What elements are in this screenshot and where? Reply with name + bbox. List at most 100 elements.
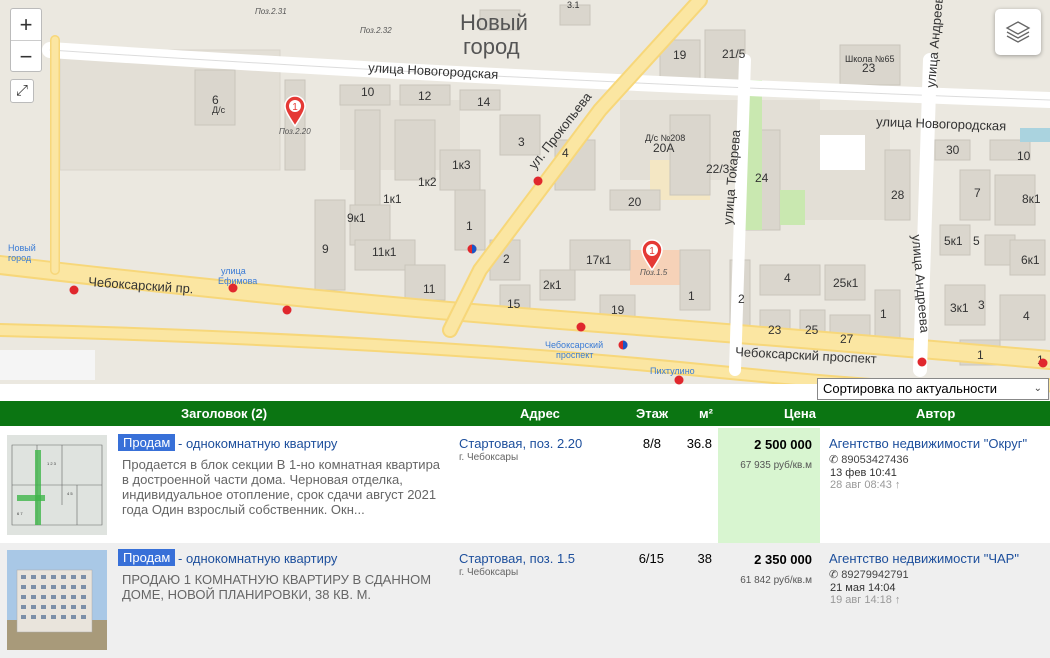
listing-title-link[interactable]: - однокомнатную квартиру	[178, 436, 337, 451]
map[interactable]: Новый город улица Новогородская улица Но…	[0, 0, 1050, 400]
agent-link[interactable]: Агентство недвижимости "Округ"	[829, 436, 1027, 451]
deal-type-badge[interactable]: Продам	[118, 434, 176, 451]
house-number: 6	[212, 93, 219, 107]
area: 36.8	[686, 436, 712, 451]
listing-title-link[interactable]: - однокомнатную квартиру	[178, 551, 337, 566]
house-number: 11	[423, 282, 436, 296]
house-number: 2	[738, 292, 745, 306]
date-updated: 21 мая 14:04	[830, 582, 896, 594]
stop-label: Ефимова	[218, 276, 257, 286]
deal-type-badge[interactable]: Продам	[118, 549, 176, 566]
house-number: 3.1	[567, 0, 580, 10]
table-row[interactable]: 2 500 000 67 935 руб/кв.м 1 2 3 4 5 6 7 Пр…	[0, 428, 1050, 543]
zoom-control: + −	[10, 8, 42, 72]
svg-text:1: 1	[292, 102, 298, 113]
house-number: 1к2	[418, 175, 437, 189]
house-number: 4	[1023, 309, 1030, 323]
house-number: 1к1	[383, 192, 402, 206]
house-number: 7	[974, 186, 981, 200]
house-number: 1к3	[452, 158, 471, 172]
date-created: 28 авг 08:43 ↑	[830, 479, 901, 491]
house-number: 5к1	[944, 234, 963, 248]
house-number: 22/3	[706, 162, 730, 176]
house-number: 1	[688, 289, 695, 303]
house-number: 28	[891, 188, 905, 202]
house-number: 30	[946, 143, 960, 157]
header-area[interactable]: м²	[699, 406, 713, 421]
house-number: 11к1	[372, 245, 397, 259]
svg-text:6 7: 6 7	[17, 511, 23, 516]
header-title[interactable]: Заголовок (2)	[181, 406, 267, 421]
map-canvas[interactable]: Новый город улица Новогородская улица Но…	[0, 0, 1050, 400]
listing-description: ПРОДАЮ 1 КОМНАТНУЮ КВАРТИРУ В СДАННОМ ДО…	[122, 572, 452, 602]
stop-label: Новый	[8, 243, 36, 253]
header-address[interactable]: Адрес	[520, 406, 560, 421]
phone-icon: ✆	[829, 569, 842, 581]
house-number: 27	[840, 332, 854, 346]
svg-text:4 5: 4 5	[67, 491, 73, 496]
sort-select[interactable]: Сортировка по актуальности ⌄	[817, 378, 1049, 400]
house-number: 2	[503, 252, 510, 266]
description-line: Продается в блок секции В 1-но комнатная…	[122, 457, 441, 472]
listing-thumbnail[interactable]	[7, 550, 107, 650]
price-cell: 2 500 000 67 935 руб/кв.м	[718, 428, 820, 543]
svg-text:1 2 3: 1 2 3	[47, 461, 57, 466]
house-number: 24	[755, 171, 769, 185]
stop-label: Чебоксарский	[545, 340, 603, 350]
table-header: Заголовок (2) Адрес Этаж м² Цена Автор	[0, 401, 1050, 426]
description-line: индивидуальное отопление, срок сдачи авг…	[122, 487, 437, 502]
date-updated: 13 фев 10:41	[830, 467, 897, 479]
house-number: 14	[477, 95, 491, 109]
house-number: 12	[418, 89, 432, 103]
house-number: 20А	[653, 141, 674, 155]
stop-label: проспект	[556, 350, 593, 360]
description-line: ПРОДАЮ 1 КОМНАТНУЮ КВАРТИРУ В СДАННОМ	[122, 572, 432, 587]
map-district-title: город	[463, 34, 520, 59]
sort-select-value: Сортировка по актуальности	[823, 381, 998, 396]
description-line: ДОМЕ, НОВОЙ ПЛАНИРОВКИ, 38 КВ. М.	[122, 587, 372, 602]
map-label: Поз.1.5	[640, 268, 668, 277]
house-number: 10	[361, 85, 375, 99]
agent-link[interactable]: Агентство недвижимости "ЧАР"	[829, 551, 1019, 566]
chevron-down-icon: ⌄	[1033, 383, 1042, 394]
house-number: 1	[880, 307, 887, 321]
phone: ✆ 89053427436	[829, 453, 909, 466]
fullscreen-button[interactable]: ⤢	[10, 79, 34, 103]
phone-number: 89279942791	[841, 569, 909, 581]
house-number: 9к1	[347, 211, 366, 225]
date-created: 19 авг 14:18 ↑	[830, 594, 901, 606]
description-line: года Один взрослый собственник. Окн...	[122, 502, 365, 517]
house-number: 8к1	[1022, 192, 1041, 206]
zoom-out-button[interactable]: −	[11, 40, 41, 71]
listing-description: Продается в блок секции В 1-но комнатная…	[122, 457, 452, 517]
price: 2 350 000	[754, 552, 812, 567]
map-water	[1020, 128, 1050, 142]
header-author[interactable]: Автор	[916, 406, 955, 421]
description-line: в достроенной части дома. Черновая отдел…	[122, 472, 403, 487]
fullscreen-icon: ⤢	[15, 82, 28, 99]
house-number: 20	[628, 195, 642, 209]
header-price[interactable]: Цена	[784, 406, 816, 421]
layers-button[interactable]	[995, 9, 1041, 55]
header-floor[interactable]: Этаж	[636, 406, 668, 421]
map-bottom-strip	[0, 384, 830, 400]
floor: 8/8	[642, 436, 661, 451]
address-link[interactable]: Стартовая, поз. 2.20	[459, 436, 582, 451]
stop-label: улица	[221, 266, 246, 276]
house-number: 23	[768, 323, 782, 337]
address-link[interactable]: Стартовая, поз. 1.5	[459, 551, 575, 566]
map-district-title: Новый	[460, 10, 528, 35]
price-per-m: 67 935 руб/кв.м	[740, 460, 812, 471]
svg-text:1: 1	[649, 246, 655, 257]
floor: 6/15	[638, 551, 664, 566]
house-number: 2к1	[543, 278, 562, 292]
listing-thumbnail[interactable]: 1 2 3 4 5 6 7	[7, 435, 107, 535]
house-number: 25к1	[833, 276, 859, 290]
house-number: 17к1	[586, 253, 612, 267]
house-number: 9	[322, 242, 329, 256]
house-number: 6к1	[1021, 253, 1040, 267]
zoom-in-button[interactable]: +	[11, 9, 41, 40]
area: 38	[697, 551, 712, 566]
table-row[interactable]: 2 350 000 61 842 руб/кв.м Продам - однок…	[0, 543, 1050, 658]
house-number: 4	[784, 271, 791, 285]
